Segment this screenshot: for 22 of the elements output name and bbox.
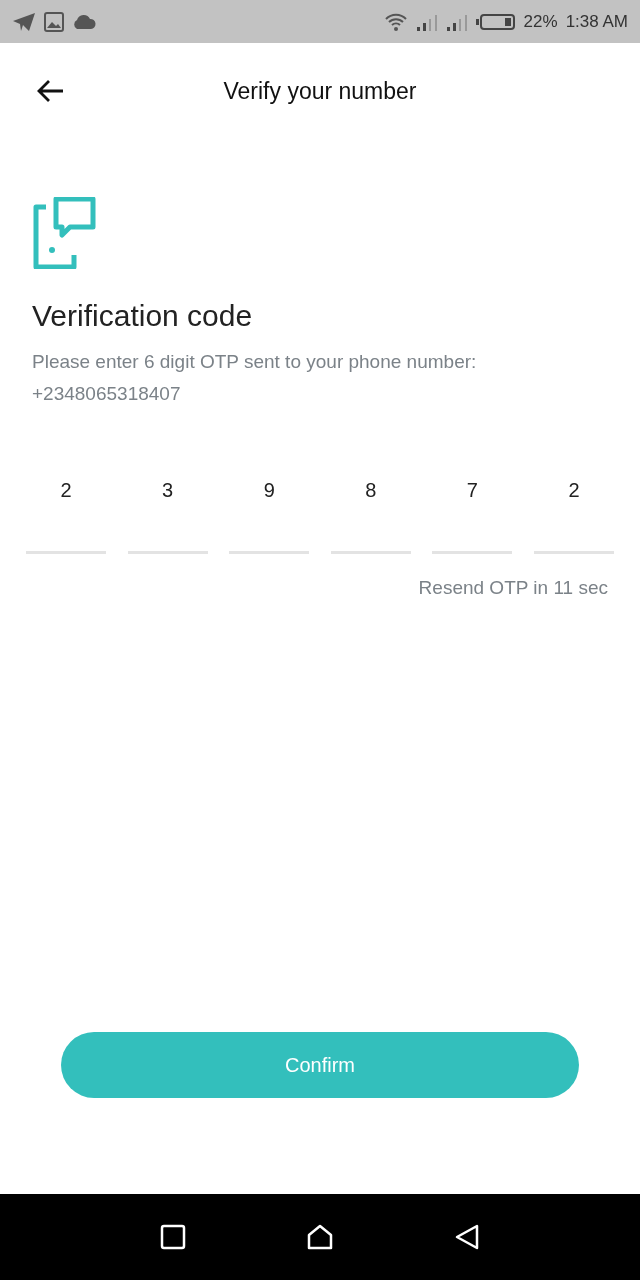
wifi-icon [383, 11, 408, 32]
image-icon [44, 11, 64, 32]
screen-title: Verify your number [223, 76, 417, 106]
back-triangle-icon[interactable] [454, 1223, 480, 1251]
otp-digit-field[interactable]: 2 [26, 472, 106, 554]
otp-digit-field[interactable]: 8 [330, 472, 411, 554]
otp-digit-field[interactable]: 7 [432, 472, 513, 554]
phone-message-icon [32, 197, 96, 269]
heading: Verification code [32, 298, 254, 334]
battery-percentage: 22% [523, 10, 558, 33]
clock: 1:38 AM [565, 10, 628, 33]
battery-icon [475, 12, 516, 31]
otp-digit-field[interactable]: 2 [533, 472, 614, 554]
otp-digit-field[interactable]: 3 [127, 472, 208, 554]
cloud-icon [72, 13, 96, 30]
home-icon[interactable] [306, 1223, 334, 1251]
phone-number: +2348065318407 [32, 382, 182, 406]
paper-plane-icon [12, 11, 36, 32]
otp-digit-field[interactable]: 9 [229, 472, 310, 554]
instructions-text: Please enter 6 digit OTP sent to your phone number: [32, 350, 478, 374]
resend-timer: Resend OTP in 11 sec [418, 576, 608, 600]
square-icon[interactable] [160, 1224, 186, 1250]
